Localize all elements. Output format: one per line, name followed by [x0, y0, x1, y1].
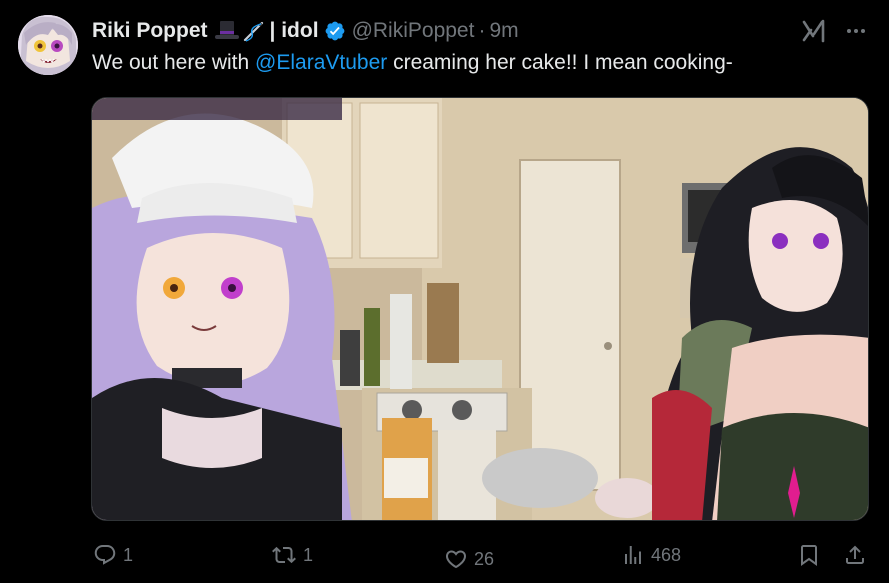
- repost-button[interactable]: 1: [271, 538, 313, 572]
- repost-count: 1: [303, 544, 314, 565]
- needle-icon: [243, 21, 263, 42]
- share-icon: [846, 545, 864, 564]
- bookmark-button[interactable]: [797, 538, 821, 572]
- views-button[interactable]: 468: [621, 538, 681, 572]
- grok-icon[interactable]: [801, 18, 827, 49]
- verified-icon[interactable]: [324, 20, 346, 42]
- repost-icon: [272, 546, 296, 564]
- tweet-timestamp[interactable]: 9m: [489, 19, 518, 43]
- author-display-name[interactable]: Riki Poppet: [92, 19, 208, 43]
- bookmark-icon: [801, 545, 817, 566]
- like-button[interactable]: 26: [444, 542, 494, 576]
- top-hat-icon: [214, 21, 239, 39]
- author-name-suffix: | idol: [269, 19, 319, 42]
- more-icon[interactable]: [845, 20, 867, 47]
- meta-separator: ·: [478, 19, 486, 42]
- tweet-text-suffix: creaming her cake!! I mean cooking-: [387, 51, 733, 74]
- tweet-text: We out here with @ElaraVtuber creaming h…: [92, 51, 733, 75]
- share-button[interactable]: [843, 538, 867, 572]
- reply-icon: [94, 545, 116, 565]
- views-icon: [625, 546, 641, 564]
- author-handle[interactable]: @RikiPoppet: [352, 19, 475, 43]
- tweet: Riki Poppet | idol @RikiPoppet · 9m We o…: [0, 0, 889, 583]
- tweet-header: Riki Poppet | idol @RikiPoppet · 9m: [92, 17, 519, 45]
- author-name-emojis: [214, 19, 266, 43]
- tweet-action-bar: 1 1 26 468: [0, 538, 889, 572]
- author-avatar[interactable]: [18, 15, 78, 75]
- mention-link[interactable]: @ElaraVtuber: [255, 51, 387, 74]
- like-count: 26: [474, 548, 495, 569]
- tweet-text-prefix: We out here with: [92, 51, 256, 74]
- tweet-media-image[interactable]: [91, 97, 869, 521]
- reply-button[interactable]: 1: [93, 538, 133, 572]
- tweet-top-actions: [801, 18, 867, 49]
- reply-count: 1: [123, 544, 134, 565]
- like-icon: [445, 550, 467, 569]
- views-count: 468: [651, 544, 682, 565]
